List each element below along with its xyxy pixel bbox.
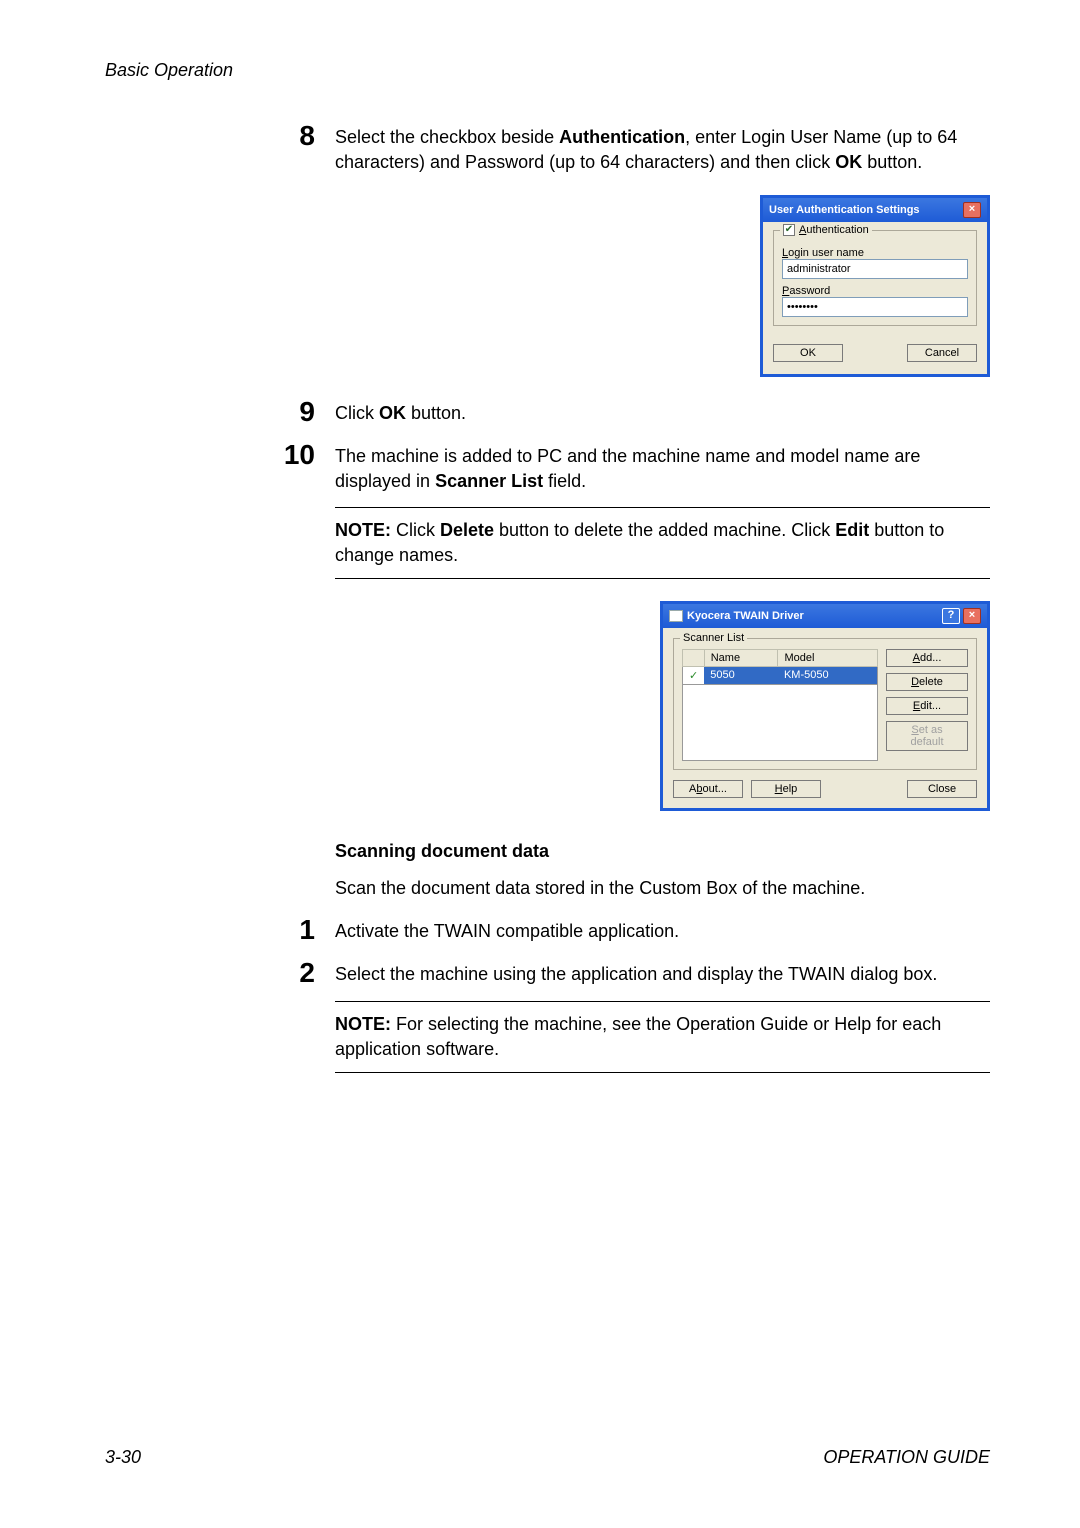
ok-button[interactable]: OK bbox=[773, 344, 843, 362]
app-icon bbox=[669, 610, 683, 622]
close-icon[interactable]: × bbox=[963, 608, 981, 624]
text: Click bbox=[391, 520, 440, 540]
login-user-name-input[interactable] bbox=[782, 259, 968, 279]
step-body-9: Click OK button. bbox=[335, 397, 990, 428]
text: For selecting the machine, see the Opera… bbox=[335, 1014, 941, 1059]
bold-scanner-list: Scanner List bbox=[435, 471, 543, 491]
divider bbox=[335, 1001, 990, 1002]
dialog-titlebar[interactable]: User Authentication Settings × bbox=[763, 198, 987, 222]
page-number: 3-30 bbox=[105, 1447, 141, 1468]
scanner-list-group: Scanner List Name Model ✓ bbox=[673, 638, 977, 770]
text: button to delete the added machine. Clic… bbox=[494, 520, 835, 540]
text: button. bbox=[862, 152, 922, 172]
password-input[interactable] bbox=[782, 297, 968, 317]
note-2: NOTE: For selecting the machine, see the… bbox=[335, 1012, 990, 1062]
note-label: NOTE: bbox=[335, 520, 391, 540]
close-button[interactable]: Close bbox=[907, 780, 977, 798]
cancel-button[interactable]: Cancel bbox=[907, 344, 977, 362]
table-row[interactable]: ✓ 5050 KM-5050 bbox=[683, 666, 878, 684]
password-label: Password bbox=[782, 285, 968, 297]
bold-authentication: Authentication bbox=[559, 127, 685, 147]
note-label: NOTE: bbox=[335, 1014, 391, 1034]
col-model[interactable]: Model bbox=[778, 649, 878, 666]
cell-model: KM-5050 bbox=[778, 666, 878, 684]
user-auth-dialog: User Authentication Settings × ✔ Authent… bbox=[760, 195, 990, 377]
about-button[interactable]: About... bbox=[673, 780, 743, 798]
bold-ok: OK bbox=[379, 403, 406, 423]
cell-name: 5050 bbox=[704, 666, 778, 684]
edit-button[interactable]: Edit... bbox=[886, 697, 968, 715]
step-number-10: 10 bbox=[275, 440, 335, 494]
authentication-label: Authentication bbox=[799, 224, 869, 236]
dialog-title: Kyocera TWAIN Driver bbox=[687, 610, 804, 622]
text: field. bbox=[543, 471, 586, 491]
text: The machine is added to PC and the machi… bbox=[335, 446, 920, 491]
step-body-2: Select the machine using the application… bbox=[335, 958, 990, 989]
step-number-1: 1 bbox=[275, 915, 335, 946]
text: button. bbox=[406, 403, 466, 423]
step-body-1: Activate the TWAIN compatible applicatio… bbox=[335, 915, 990, 946]
authentication-checkbox[interactable]: ✔ bbox=[783, 224, 795, 236]
page-header: Basic Operation bbox=[105, 60, 990, 81]
step-body-10: The machine is added to PC and the machi… bbox=[335, 440, 990, 494]
scanner-list-table[interactable]: Name Model ✓ 5050 KM-5050 bbox=[682, 649, 878, 685]
text: Click bbox=[335, 403, 379, 423]
intro-text: Scan the document data stored in the Cus… bbox=[335, 876, 990, 901]
dialog-title: User Authentication Settings bbox=[769, 204, 920, 216]
bold-edit: Edit bbox=[835, 520, 869, 540]
scanner-list-label: Scanner List bbox=[680, 632, 747, 644]
login-user-name-label: Login user name bbox=[782, 247, 968, 259]
close-icon[interactable]: × bbox=[963, 202, 981, 218]
bold-ok: OK bbox=[835, 152, 862, 172]
divider bbox=[335, 507, 990, 508]
bold-delete: Delete bbox=[440, 520, 494, 540]
note-1: NOTE: Click Delete button to delete the … bbox=[335, 518, 990, 568]
subheading-scanning: Scanning document data bbox=[335, 841, 990, 862]
dialog-titlebar[interactable]: Kyocera TWAIN Driver ? × bbox=[663, 604, 987, 628]
footer-title: OPERATION GUIDE bbox=[823, 1447, 990, 1468]
set-default-button: Set as default bbox=[886, 721, 968, 751]
step-number-9: 9 bbox=[275, 397, 335, 428]
authentication-group: ✔ Authentication Login user name Passwor… bbox=[773, 230, 977, 326]
check-icon: ✓ bbox=[683, 666, 705, 684]
table-empty-area bbox=[682, 685, 878, 761]
step-number-8: 8 bbox=[275, 121, 335, 175]
twain-driver-dialog: Kyocera TWAIN Driver ? × Scanner List bbox=[660, 601, 990, 811]
add-button[interactable]: Add... bbox=[886, 649, 968, 667]
text: Select the checkbox beside bbox=[335, 127, 559, 147]
help-icon[interactable]: ? bbox=[942, 608, 960, 624]
step-number-2: 2 bbox=[275, 958, 335, 989]
help-button[interactable]: Help bbox=[751, 780, 821, 798]
step-body-8: Select the checkbox beside Authenticatio… bbox=[335, 121, 990, 175]
delete-button[interactable]: Delete bbox=[886, 673, 968, 691]
divider bbox=[335, 1072, 990, 1073]
divider bbox=[335, 578, 990, 579]
col-name[interactable]: Name bbox=[704, 649, 778, 666]
